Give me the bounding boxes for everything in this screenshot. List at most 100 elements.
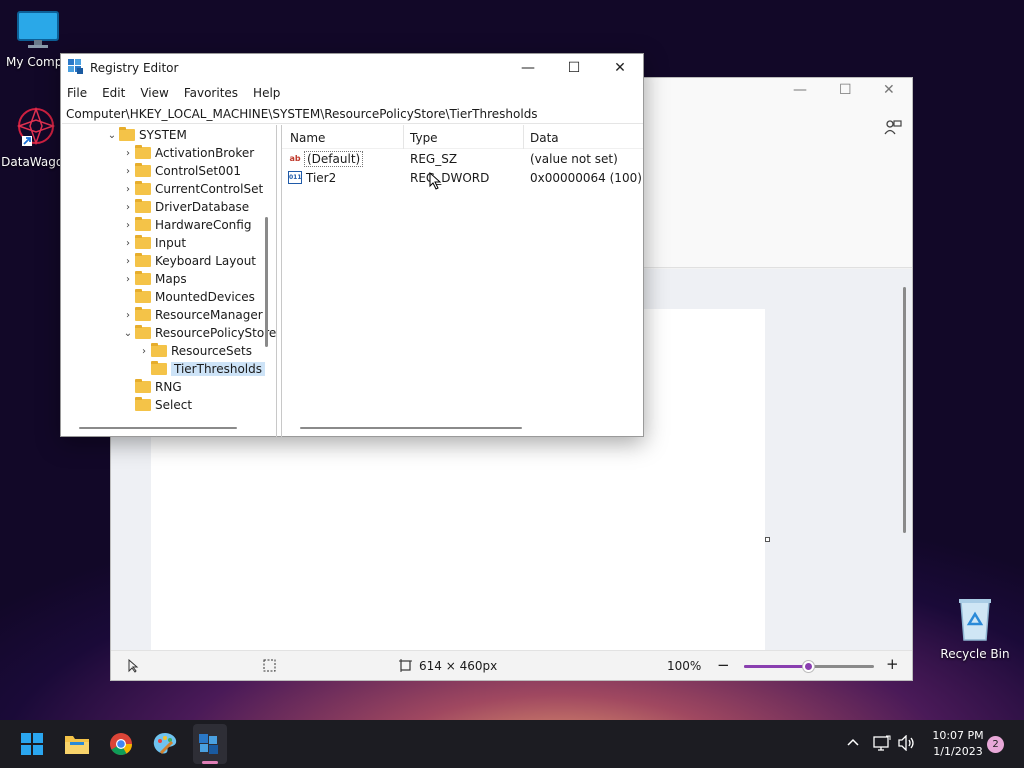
tree-item[interactable]: › Keyboard Layout <box>121 252 256 270</box>
column-header-data[interactable]: Data <box>530 131 559 145</box>
tree-item-label: SYSTEM <box>139 128 187 142</box>
chevron-down-icon[interactable]: ⌄ <box>121 328 135 339</box>
menu-help[interactable]: Help <box>253 86 280 100</box>
network-icon[interactable] <box>873 735 891 754</box>
minimize-button[interactable]: — <box>505 54 551 82</box>
column-headers: Name Type Data <box>282 125 643 149</box>
chevron-right-icon[interactable]: › <box>121 202 135 213</box>
value-list: Name Type Data ab (Default) REG_SZ (valu… <box>281 125 643 437</box>
horizontal-scrollbar[interactable] <box>300 427 522 429</box>
window-title: Registry Editor <box>90 61 179 75</box>
zoom-slider-thumb[interactable] <box>803 661 814 672</box>
folder-icon <box>151 343 167 357</box>
start-button[interactable] <box>16 728 48 760</box>
close-button[interactable]: ✕ <box>597 54 643 82</box>
value-row[interactable]: 011 Tier2 REG_DWORD 0x00000064 (100) <box>282 169 643 188</box>
chevron-right-icon[interactable]: › <box>121 256 135 267</box>
chevron-right-icon[interactable]: › <box>121 148 135 159</box>
tree-item-label: MountedDevices <box>155 290 255 304</box>
folder-icon <box>135 253 151 267</box>
monitor-icon <box>0 10 78 53</box>
column-separator[interactable] <box>523 125 524 149</box>
tree-item[interactable]: TierThresholds <box>137 360 266 378</box>
tree-item[interactable]: RNG <box>121 378 182 396</box>
tree-item-label: Maps <box>155 272 187 286</box>
string-value-icon: ab <box>289 154 301 163</box>
vertical-scrollbar[interactable] <box>903 287 906 533</box>
recycle-bin-icon <box>935 596 1015 645</box>
folder-icon <box>135 163 151 177</box>
paint-button[interactable] <box>149 728 181 760</box>
folder-icon <box>135 199 151 213</box>
chevron-right-icon[interactable]: › <box>121 166 135 177</box>
resize-handle[interactable] <box>765 537 770 542</box>
tree-item[interactable]: ⌄ SYSTEM <box>105 126 187 144</box>
menu-bar: File Edit View Favorites Help <box>61 82 643 104</box>
chevron-right-icon[interactable]: › <box>121 238 135 249</box>
tree-item[interactable]: › ActivationBroker <box>121 144 254 162</box>
active-app-indicator <box>202 761 218 764</box>
chevron-right-icon[interactable]: › <box>121 220 135 231</box>
volume-icon[interactable] <box>898 734 916 754</box>
cursor-icon <box>127 658 139 676</box>
tree-item[interactable]: MountedDevices <box>121 288 255 306</box>
close-icon[interactable]: ✕ <box>883 82 895 98</box>
horizontal-scrollbar[interactable] <box>79 427 237 429</box>
zoom-level: 100% <box>667 659 702 673</box>
title-bar[interactable]: Registry Editor — ☐ ✕ <box>61 54 643 82</box>
tree-item[interactable]: › ResourceSets <box>137 342 252 360</box>
column-separator[interactable] <box>403 125 404 149</box>
tree-item[interactable]: › Maps <box>121 270 187 288</box>
column-header-type[interactable]: Type <box>410 131 438 145</box>
tree-item-label: ControlSet001 <box>155 164 241 178</box>
chrome-button[interactable] <box>105 728 137 760</box>
paint-status-bar: 614 × 460px 100% − + <box>111 650 912 680</box>
maximize-icon[interactable]: ☐ <box>839 82 852 98</box>
tree-item[interactable]: › ControlSet001 <box>121 162 241 180</box>
chevron-right-icon[interactable]: › <box>121 310 135 321</box>
share-icon[interactable] <box>884 118 902 139</box>
chevron-up-icon[interactable] <box>846 735 860 751</box>
desktop-icon-recycle-bin[interactable]: Recycle Bin <box>935 596 1015 661</box>
value-type: REG_DWORD <box>410 171 490 185</box>
chevron-down-icon[interactable]: ⌄ <box>105 130 119 141</box>
system-clock[interactable]: 10:07 PM 1/1/2023 <box>926 728 990 760</box>
menu-file[interactable]: File <box>67 86 87 100</box>
maximize-icon: ☐ <box>567 60 581 76</box>
tree-item[interactable]: › HardwareConfig <box>121 216 251 234</box>
value-name: (Default) <box>304 151 364 167</box>
menu-favorites[interactable]: Favorites <box>184 86 238 100</box>
value-row[interactable]: ab (Default) REG_SZ (value not set) <box>282 150 643 169</box>
chevron-right-icon[interactable]: › <box>121 184 135 195</box>
tree-item[interactable]: › Input <box>121 234 186 252</box>
folder-icon <box>119 127 135 141</box>
tree-item-label: Input <box>155 236 187 250</box>
minimize-icon[interactable]: — <box>793 82 807 98</box>
selection-icon <box>263 659 276 675</box>
chevron-right-icon[interactable]: › <box>121 274 135 285</box>
folder-icon <box>151 361 167 375</box>
tree-item[interactable]: Select <box>121 396 192 414</box>
menu-edit[interactable]: Edit <box>102 86 125 100</box>
file-explorer-button[interactable] <box>61 728 93 760</box>
tree-item[interactable]: ⌄ ResourcePolicyStore <box>121 324 276 342</box>
tree-item-label: Keyboard Layout <box>155 254 257 268</box>
registry-editor-taskbar-button[interactable] <box>193 728 225 760</box>
vertical-scrollbar[interactable] <box>265 217 268 347</box>
chevron-right-icon[interactable]: › <box>137 346 151 357</box>
menu-view[interactable]: View <box>140 86 168 100</box>
value-data: 0x00000064 (100) <box>530 171 642 185</box>
tree-item[interactable]: › CurrentControlSet <box>121 180 263 198</box>
tree-item[interactable]: › DriverDatabase <box>121 198 249 216</box>
zoom-out-icon[interactable]: − <box>717 656 730 674</box>
tree-item[interactable]: › ResourceManager <box>121 306 263 324</box>
zoom-slider[interactable] <box>744 661 874 672</box>
maximize-button[interactable]: ☐ <box>551 54 597 82</box>
notification-badge[interactable]: 2 <box>987 736 1004 753</box>
address-bar[interactable]: Computer\HKEY_LOCAL_MACHINE\SYSTEM\Resou… <box>62 104 643 124</box>
folder-icon <box>135 145 151 159</box>
zoom-in-icon[interactable]: + <box>886 655 899 673</box>
column-header-name[interactable]: Name <box>290 131 325 145</box>
folder-icon <box>135 307 151 321</box>
tree-item-label: Select <box>155 398 193 412</box>
